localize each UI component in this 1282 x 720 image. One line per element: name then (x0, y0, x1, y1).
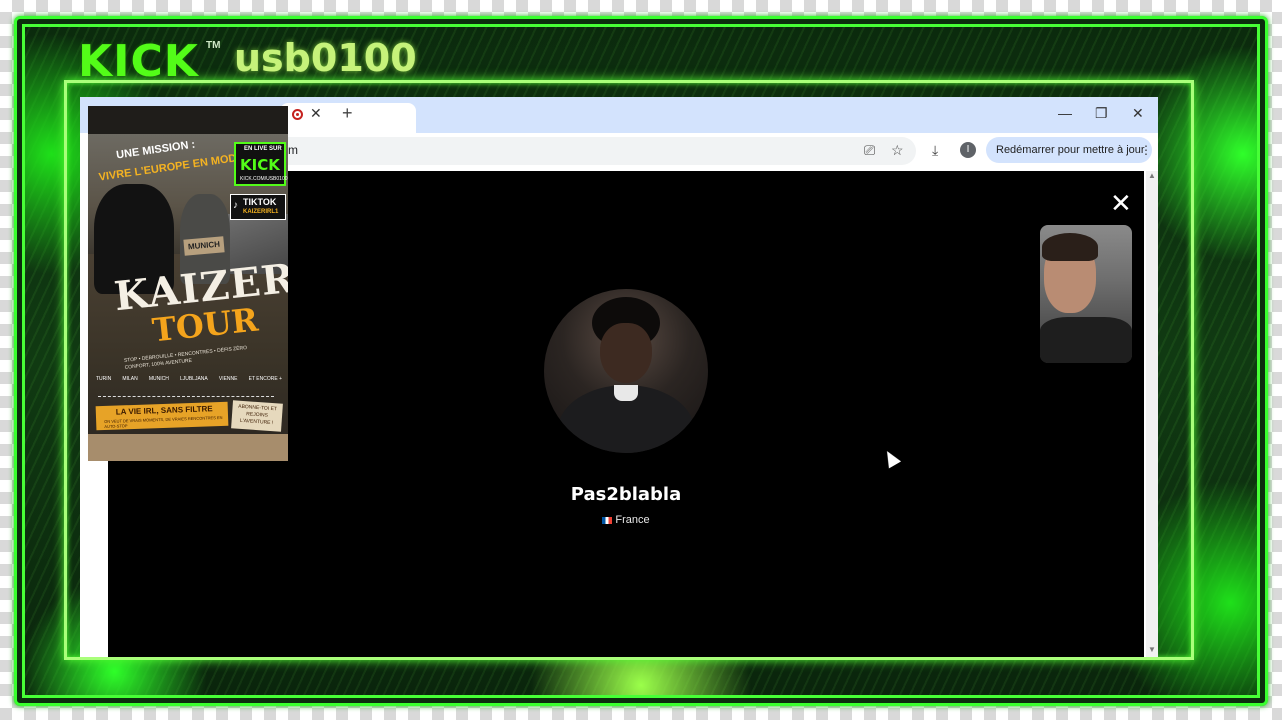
poster-city: MUNICH (148, 376, 169, 382)
country-label: France (615, 514, 650, 526)
restore-button[interactable]: ❐ (1095, 105, 1108, 122)
avatar-face (600, 323, 652, 383)
self-hair (1042, 233, 1098, 261)
cast-icon[interactable]: ⎚ (864, 142, 875, 159)
poster-route-line (98, 396, 274, 398)
poster-city: LJUBLJANA (179, 376, 208, 382)
poster-city: VIENNE (218, 376, 238, 382)
poster-tiktok-label: TIKTOK (243, 197, 277, 207)
update-restart-label: Redémarrer pour mettre à jour (996, 144, 1145, 156)
channel-name: usb0100 (234, 36, 417, 80)
poster-city: MILAN (122, 376, 138, 382)
poster-city: TURIN (96, 376, 112, 382)
url-text: m (288, 143, 298, 157)
poster-city: ET ENCORE + (248, 376, 282, 382)
poster-kick-logo: KICK (240, 156, 280, 174)
update-restart-button[interactable]: Redémarrer pour mettre à jour ⋮ (986, 137, 1152, 163)
kick-trademark: TM (206, 40, 221, 51)
self-shirt (1040, 317, 1132, 363)
poster-cities: TURIN MILAN MUNICH LJUBLJANA VIENNE ET E… (96, 376, 282, 382)
tab-close-icon[interactable]: ✕ (310, 105, 322, 122)
tiktok-icon: ♪ (233, 200, 238, 211)
kick-logo: KICK (78, 36, 199, 87)
poster-tagline: STOP • DÉBROUILLE • RENCONTRES • DÉFIS Z… (123, 344, 248, 371)
kaizer-tour-poster: UNE MISSION : VIVRE L'EUROPE EN MODE IRL… (88, 106, 288, 461)
window-close-button[interactable]: ✕ (1132, 105, 1144, 122)
poster-slogan-box: LA VIE IRL, SANS FILTRE ON VEUT DE VRAIS… (95, 401, 229, 431)
close-icon[interactable]: ✕ (1110, 189, 1132, 219)
poster-tiktok-handle: KAIZERIRL1 (243, 209, 279, 215)
avatar-collar (614, 385, 638, 401)
scroll-down-arrow-icon[interactable]: ▼ (1148, 645, 1156, 654)
poster-kick-live: EN LIVE SUR (244, 146, 282, 152)
remote-user-avatar (544, 289, 708, 453)
star-icon[interactable]: ☆ (891, 142, 904, 159)
poster-kick-url: KICK.COM/USB0100 (240, 176, 288, 182)
poster-subscribe-note: ABONNE-TOI ET REJOINS L'AVENTURE ! (231, 400, 283, 432)
france-flag-icon (602, 516, 613, 524)
minimize-button[interactable]: — (1058, 105, 1072, 121)
more-vert-icon[interactable]: ⋮ (1140, 143, 1152, 157)
self-camera-preview[interactable] (1040, 225, 1132, 363)
poster-top-band (88, 106, 288, 134)
record-icon (292, 109, 303, 120)
country-row: France (108, 514, 1144, 526)
new-tab-button[interactable]: + (342, 103, 353, 124)
download-icon[interactable]: ⤓ (932, 142, 938, 159)
poster-slogan-sub: ON VEUT DE VRAIS MOMENTS, DE VRAIES RENC… (104, 414, 223, 430)
poster-kick-badge: EN LIVE SUR KICK KICK.COM/USB0100 (234, 142, 288, 186)
profile-avatar[interactable]: I (960, 142, 976, 158)
poster-tiktok-badge: ♪ TIKTOK KAIZERIRL1 (230, 194, 286, 220)
remote-username: Pas2blabla (570, 484, 682, 505)
poster-bottom-band (88, 434, 288, 461)
address-bar[interactable] (220, 137, 916, 165)
scroll-up-arrow-icon[interactable]: ▲ (1148, 171, 1156, 180)
scrollbar[interactable]: ▲ ▼ (1146, 171, 1158, 657)
